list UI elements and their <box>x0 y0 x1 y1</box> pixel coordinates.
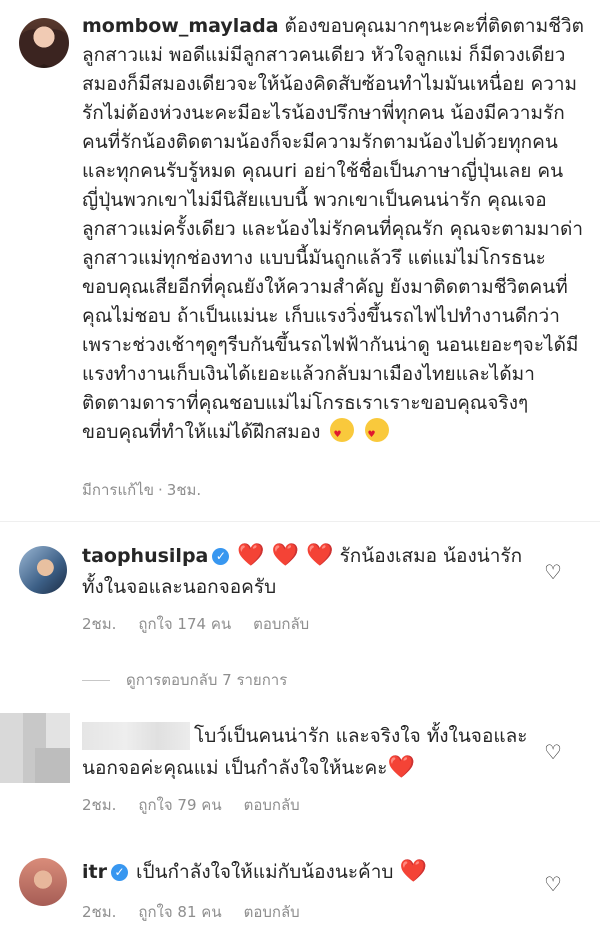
comment-taophusilpa: taophusilpa ✓ ❤️ ❤️ ❤️ รักน้องเสมอ น้องน่า… <box>82 540 542 603</box>
blurred-commenter-avatar[interactable] <box>0 713 70 783</box>
verified-badge-icon: ✓ <box>110 864 128 881</box>
comment-time: 2ชม. <box>82 796 117 814</box>
view-replies-label[interactable]: ดูการตอบกลับ 7 รายการ <box>126 668 287 692</box>
post-meta: มีการแก้ไข · 3ชม. <box>82 481 202 499</box>
comment-username[interactable]: itr <box>82 861 107 883</box>
comment-meta: 2ชม. ถูกใจ 174 คน ตอบกลับ <box>82 612 331 636</box>
reply-button[interactable]: ตอบกลับ <box>253 615 309 633</box>
heart-eyes-emoji-icon <box>330 418 355 450</box>
comment-likes[interactable]: ถูกใจ 79 คน <box>138 796 221 814</box>
comment-text: โบว์เป็นคนน่ารัก และจริงใจ ทั้งในจอและนอ… <box>82 725 528 779</box>
red-heart-emoji-icon: ❤️ <box>387 755 415 780</box>
caption-divider <box>0 521 600 522</box>
reply-button[interactable]: ตอบกลับ <box>244 796 300 814</box>
kissing-heart-emoji-icon <box>364 418 389 450</box>
view-replies-button[interactable]: ดูการตอบกลับ 7 รายการ <box>82 668 287 692</box>
verified-badge-icon: ✓ <box>212 548 230 565</box>
red-heart-emoji-icon: ❤️ <box>399 859 427 884</box>
edited-label: มีการแก้ไข <box>82 481 154 499</box>
like-comment-icon[interactable]: ♡ <box>542 561 564 583</box>
red-heart-emoji-icon: ❤️ ❤️ ❤️ <box>237 543 334 568</box>
comment-likes[interactable]: ถูกใจ 174 คน <box>138 615 231 633</box>
comment-text: เป็นกำลังใจให้แม่กับน้องนะค้าบ <box>135 861 394 883</box>
comment-itr: itr ✓ เป็นกำลังใจให้แม่กับน้องนะค้าบ ❤️ <box>82 856 542 888</box>
comment-time: 2ชม. <box>82 615 117 633</box>
replies-line <box>82 679 110 681</box>
comment-meta: 2ชม. ถูกใจ 81 คน ตอบกลับ <box>82 900 322 924</box>
comment-anonymous: โบว์เป็นคนน่ารัก และจริงใจ ทั้งในจอและนอ… <box>82 721 542 784</box>
post-time: 3ชม. <box>166 481 202 499</box>
comment-username[interactable]: taophusilpa <box>82 545 208 567</box>
commenter-avatar[interactable] <box>19 546 67 594</box>
reply-button[interactable]: ตอบกลับ <box>244 903 300 921</box>
comment-time: 2ชม. <box>82 903 117 921</box>
like-comment-icon[interactable]: ♡ <box>542 873 564 895</box>
post-author-avatar[interactable] <box>19 18 69 68</box>
comment-likes[interactable]: ถูกใจ 81 คน <box>138 903 221 921</box>
commenter-avatar[interactable] <box>19 858 67 906</box>
post-caption: mombow_maylada ต้องขอบคุณมากๆนะคะที่ติดตา… <box>82 12 587 450</box>
like-comment-icon[interactable]: ♡ <box>542 741 564 763</box>
post-caption-text: ต้องขอบคุณมากๆนะคะที่ติดตามชีวิตลูกสาวแม… <box>82 15 585 443</box>
comment-meta: 2ชม. ถูกใจ 79 คน ตอบกลับ <box>82 793 322 817</box>
post-author-username[interactable]: mombow_maylada <box>82 15 279 37</box>
